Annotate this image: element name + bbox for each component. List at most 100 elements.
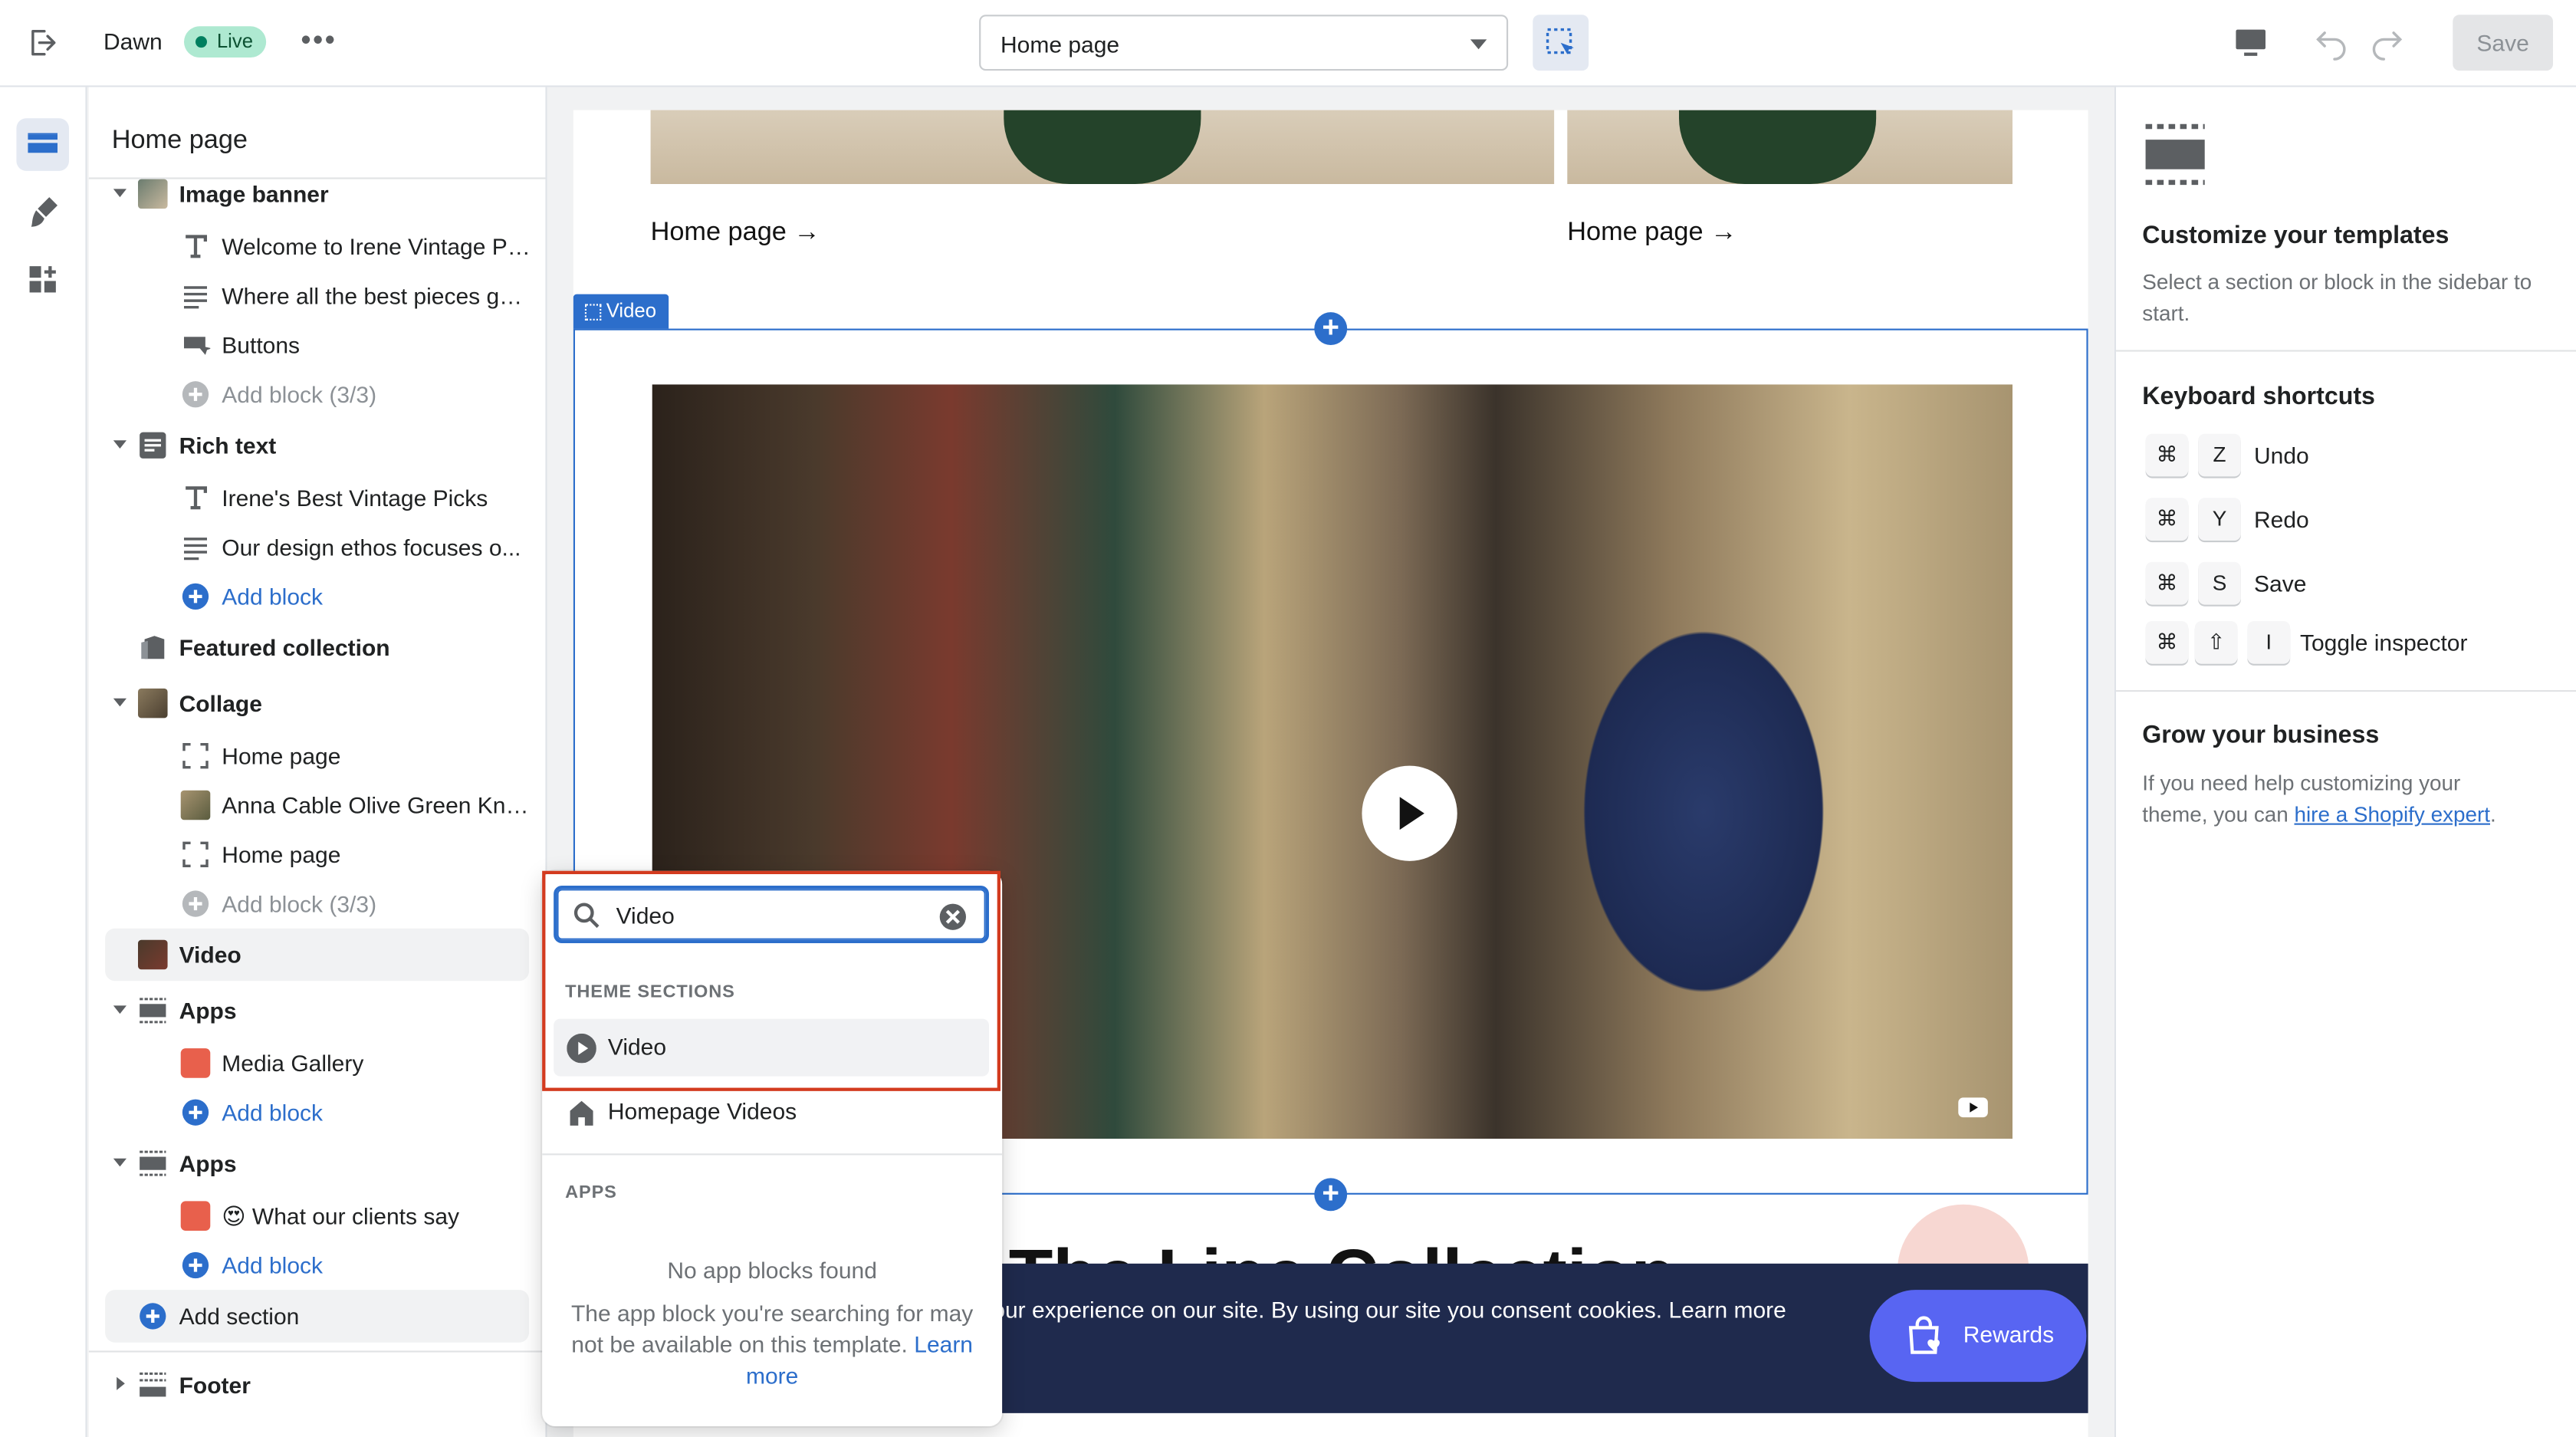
block-testimonials[interactable]: 😍 What our clients say	[89, 1192, 546, 1241]
desktop-preview-icon[interactable]	[2229, 23, 2272, 62]
play-circle-icon	[567, 1033, 596, 1064]
block-buttons[interactable]: Buttons	[89, 321, 546, 370]
sections-icon	[28, 133, 58, 153]
add-section-above-button[interactable]: +	[1314, 311, 1348, 345]
video-section-tag[interactable]: Video	[573, 294, 670, 329]
add-block-button[interactable]: Add block (3/3)	[89, 370, 546, 419]
clear-search-icon[interactable]	[939, 903, 966, 930]
block-label: Anna Cable Olive Green Knit...	[222, 791, 531, 819]
youtube-icon[interactable]	[1957, 1096, 1990, 1122]
chevron-down-icon[interactable]	[113, 440, 127, 449]
rich-text-icon	[140, 432, 166, 459]
chevron-down-icon[interactable]	[113, 189, 127, 198]
section-label: Footer	[179, 1372, 251, 1399]
block-label: Welcome to Irene Vintage Pi...	[222, 233, 531, 260]
block-label: Media Gallery	[222, 1050, 364, 1077]
section-search-input[interactable]	[616, 899, 928, 932]
collage-image[interactable]	[1567, 110, 2013, 184]
theme-section-homepage-videos[interactable]: Homepage Videos	[554, 1083, 989, 1140]
section-image-banner[interactable]: Image banner	[89, 169, 546, 219]
no-apps-description: The app block you're searching for may n…	[565, 1298, 979, 1392]
cmd-key: ⌘	[2145, 621, 2189, 664]
page-selector-label: Home page	[1001, 31, 1120, 58]
block-label: Irene's Best Vintage Picks	[222, 485, 488, 511]
page-selector[interactable]: Home page	[979, 15, 1509, 71]
theme-section-label: Video	[607, 1033, 667, 1060]
shortcut-label: Redo	[2254, 506, 2309, 533]
block-heading[interactable]: Irene's Best Vintage Picks	[89, 473, 546, 522]
plus-circle-icon	[182, 1099, 209, 1126]
add-block-label: Add block	[222, 1251, 324, 1279]
plus-circle-icon	[182, 583, 209, 610]
text-icon	[186, 486, 207, 510]
collage-home-link[interactable]: Home page →	[1567, 219, 1737, 248]
section-video[interactable]: Video	[105, 928, 530, 982]
product-thumbnail	[180, 790, 211, 820]
add-block-button[interactable]: Add block	[89, 1088, 546, 1137]
collage-image[interactable]	[650, 110, 1555, 184]
video-thumbnail	[138, 939, 168, 970]
add-block-button[interactable]: Add block	[89, 572, 546, 621]
chevron-right-icon[interactable]	[117, 1376, 125, 1390]
undo-icon[interactable]	[2312, 23, 2351, 62]
block-label: 😍 What our clients say	[222, 1202, 460, 1229]
block-collection[interactable]: Home page	[89, 732, 546, 781]
play-button[interactable]	[1362, 765, 1457, 861]
app-logo-icon	[180, 1201, 211, 1231]
image-thumbnail	[138, 179, 168, 209]
theme-section-video[interactable]: Video	[554, 1018, 989, 1077]
block-label: Home page	[222, 742, 341, 769]
add-block-label: Add block	[222, 1099, 324, 1126]
theme-settings-rail-button[interactable]	[16, 186, 69, 238]
section-search-box	[554, 886, 989, 943]
rewards-button[interactable]: Rewards	[1869, 1290, 2087, 1383]
app-embeds-rail-button[interactable]	[16, 253, 69, 306]
block-paragraph[interactable]: Where all the best pieces ga...	[89, 271, 546, 321]
theme-sections-heading: THEME SECTIONS	[565, 982, 735, 1003]
exit-icon[interactable]	[23, 23, 62, 62]
footer-icon	[140, 1372, 166, 1397]
redo-icon[interactable]	[2367, 23, 2407, 62]
section-label: Featured collection	[179, 634, 390, 661]
section-collage[interactable]: Collage	[89, 679, 546, 728]
divider	[542, 1153, 1003, 1156]
block-paragraph[interactable]: Our design ethos focuses o...	[89, 522, 546, 571]
button-icon	[184, 337, 211, 355]
inspector-toggle-button[interactable]	[1533, 15, 1589, 71]
block-product[interactable]: Anna Cable Olive Green Knit...	[89, 781, 546, 830]
shortcut-label: Toggle inspector	[2300, 629, 2468, 656]
collage-home-link[interactable]: Home page →	[651, 219, 820, 248]
chevron-down-icon[interactable]	[113, 1158, 127, 1167]
customize-title: Customize your templates	[2142, 222, 2450, 250]
more-actions-button[interactable]: •••	[299, 23, 338, 62]
grow-description: If you need help customizing your theme,…	[2142, 768, 2520, 830]
chevron-down-icon[interactable]	[113, 698, 127, 707]
section-apps[interactable]: Apps	[89, 986, 546, 1035]
sections-rail-button[interactable]	[16, 118, 69, 171]
section-featured-collection[interactable]: Featured collection	[89, 623, 546, 672]
add-block-button[interactable]: Add block (3/3)	[89, 879, 546, 928]
section-footer[interactable]: Footer	[89, 1360, 546, 1409]
section-label: Rich text	[179, 432, 277, 459]
hire-expert-link[interactable]: hire a Shopify expert	[2295, 802, 2491, 827]
block-label: Where all the best pieces ga...	[222, 282, 531, 309]
section-label: Video	[179, 941, 242, 968]
block-heading[interactable]: Welcome to Irene Vintage Pi...	[89, 222, 546, 271]
divider	[88, 1350, 546, 1353]
sidebar-title: Home page	[111, 127, 248, 155]
add-section-button[interactable]: Add section	[105, 1290, 530, 1343]
section-label: Apps	[179, 1150, 237, 1177]
collection-icon	[141, 636, 165, 659]
block-collection[interactable]: Home page	[89, 830, 546, 879]
add-block-label: Add block	[222, 583, 324, 610]
add-block-button[interactable]: Add block	[89, 1241, 546, 1290]
save-button[interactable]: Save	[2453, 15, 2553, 71]
add-section-below-button[interactable]: +	[1314, 1177, 1348, 1212]
section-apps[interactable]: Apps	[89, 1139, 546, 1188]
plus-circle-icon	[182, 381, 209, 408]
apps-section-icon	[140, 998, 166, 1024]
frame-icon	[182, 742, 209, 769]
block-media-gallery[interactable]: Media Gallery	[89, 1038, 546, 1087]
chevron-down-icon[interactable]	[113, 1005, 127, 1014]
section-rich-text[interactable]: Rich text	[89, 421, 546, 470]
